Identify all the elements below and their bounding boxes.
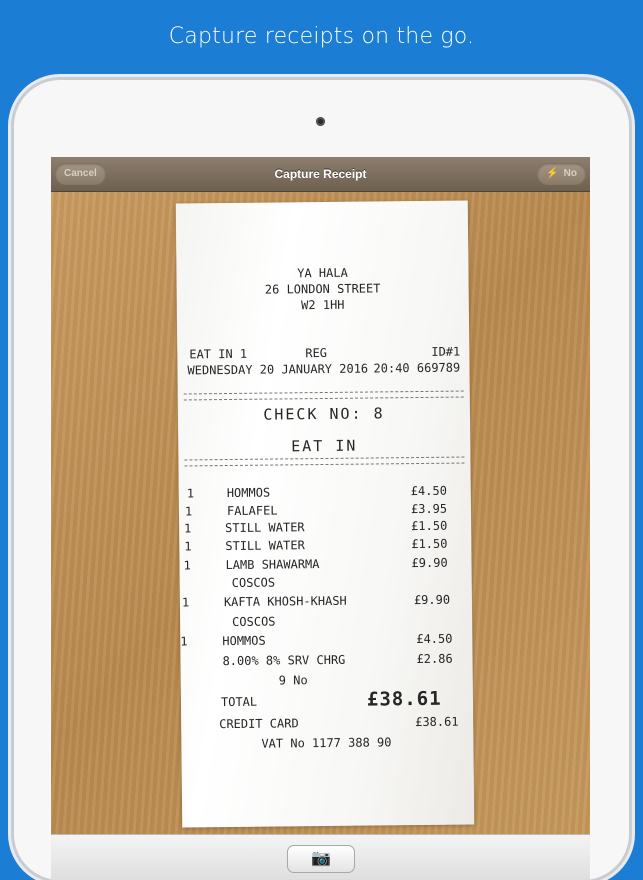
item-name: COSCOS bbox=[232, 614, 276, 629]
receipt-id: ID#1 bbox=[431, 344, 461, 359]
receipt-store-name: YA HALA bbox=[297, 265, 348, 281]
item-price: £1.50 bbox=[411, 518, 448, 534]
item-qty: 1 bbox=[184, 504, 193, 519]
item-name: STILL WATER bbox=[225, 520, 305, 536]
receipt-items-count: 9 No bbox=[278, 673, 308, 688]
navigation-bar: Capture Receipt Cancel ⚡ No bbox=[51, 157, 590, 192]
item-name: 8.00% 8% SRV CHRG bbox=[222, 652, 346, 669]
item-price: £4.50 bbox=[410, 483, 447, 499]
receipt-eat-in: EAT IN 1 bbox=[189, 346, 248, 362]
receipt-total-amount: £38.61 bbox=[366, 687, 442, 711]
item-name: STILL WATER bbox=[225, 538, 305, 554]
receipt-item-list: 1 HOMMOS £4.50 1 FALAFEL £3.95 1 STILL W… bbox=[176, 200, 468, 668]
nav-title: Capture Receipt bbox=[274, 167, 367, 181]
cancel-button[interactable]: Cancel bbox=[55, 163, 106, 185]
item-name: FALAFEL bbox=[226, 503, 278, 519]
receipt-address-2: W2 1HH bbox=[301, 297, 345, 313]
receipt-payment-amount: £38.61 bbox=[415, 714, 459, 730]
item-name: HOMMOS bbox=[226, 485, 271, 501]
receipt-time-code: 20:40 669789 bbox=[373, 360, 461, 376]
headline: Capture receipts on the go. bbox=[168, 24, 475, 49]
item-qty: 1 bbox=[184, 521, 192, 536]
item-price: £1.50 bbox=[411, 536, 448, 552]
flash-label: No bbox=[563, 168, 577, 179]
flash-toggle-button[interactable]: ⚡ No bbox=[537, 163, 586, 185]
item-qty: 1 bbox=[180, 634, 188, 649]
receipt-separator bbox=[183, 390, 464, 401]
camera-toolbar: 📷 bbox=[51, 834, 590, 880]
receipt-payment-label: CREDIT CARD bbox=[219, 716, 299, 732]
item-qty: 1 bbox=[181, 595, 190, 610]
receipt-reg: REG bbox=[305, 345, 328, 361]
ipad-frame: Capture Receipt Cancel ⚡ No YA HALA 26 LO… bbox=[14, 80, 629, 880]
receipt-eat-in-heading: EAT IN bbox=[291, 436, 358, 456]
app-screen: Capture Receipt Cancel ⚡ No YA HALA 26 LO… bbox=[51, 157, 590, 880]
flash-icon: ⚡ bbox=[546, 168, 559, 179]
item-qty: 1 bbox=[183, 558, 191, 573]
receipt-check-no: CHECK NO: 8 bbox=[263, 404, 385, 424]
item-price: £2.86 bbox=[416, 651, 453, 667]
receipt-image: YA HALA 26 LONDON STREET W2 1HH EAT IN 1… bbox=[175, 200, 475, 828]
item-name: KAFTA KHOSH-KHASH bbox=[223, 593, 347, 610]
camera-preview: YA HALA 26 LONDON STREET W2 1HH EAT IN 1… bbox=[51, 192, 590, 880]
camera-icon: 📷 bbox=[311, 850, 331, 867]
item-price: £3.95 bbox=[410, 501, 448, 517]
item-price: £9.90 bbox=[411, 555, 448, 571]
receipt-separator bbox=[184, 456, 465, 467]
item-qty: 1 bbox=[186, 486, 195, 501]
receipt-vat: VAT No 1177 388 90 bbox=[261, 735, 392, 751]
item-name: HOMMOS bbox=[222, 633, 266, 649]
item-price: £9.90 bbox=[413, 592, 451, 608]
capture-button[interactable]: 📷 bbox=[287, 845, 355, 873]
receipt-address-1: 26 LONDON STREET bbox=[264, 281, 381, 297]
item-qty: 1 bbox=[184, 539, 192, 554]
receipt-total-label: TOTAL bbox=[220, 694, 258, 710]
front-camera bbox=[316, 117, 325, 126]
item-name: LAMB SHAWARMA bbox=[225, 557, 320, 573]
receipt-date: WEDNESDAY 20 JANUARY 2016 bbox=[187, 361, 369, 378]
item-price: £4.50 bbox=[416, 631, 453, 647]
item-name: COSCOS bbox=[231, 575, 276, 590]
